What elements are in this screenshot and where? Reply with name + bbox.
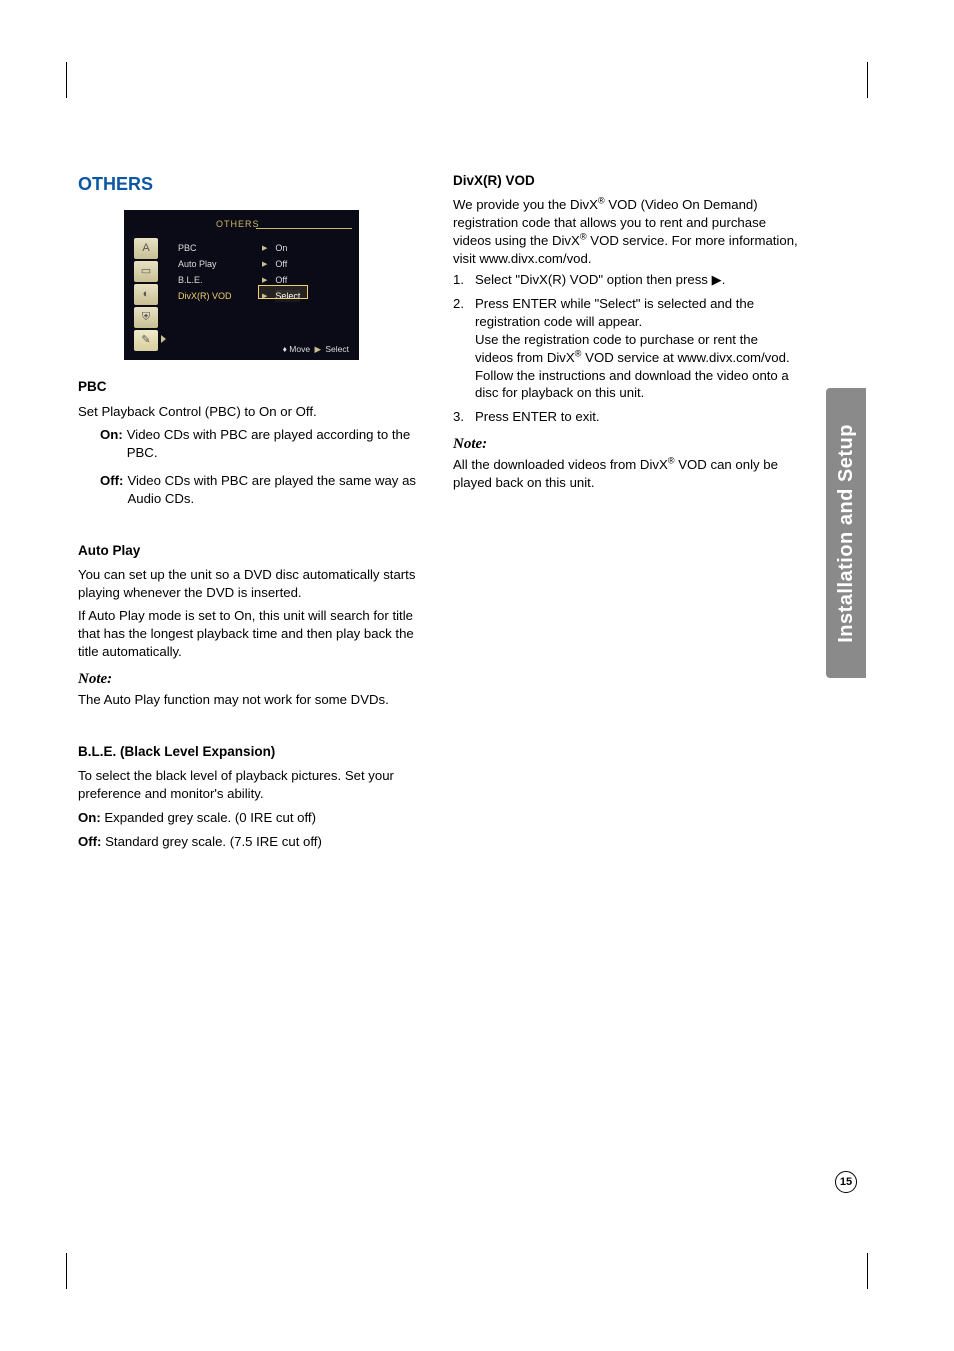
osd-footer: ♦ Move ▶ Select (283, 344, 349, 355)
crop-mark (54, 62, 67, 98)
option-on-text: Video CDs with PBC are played according … (127, 426, 423, 462)
osd-updown-icon: ♦ (283, 344, 287, 354)
osd-icon-column: A ▭ ◐ ⛨ ✎ (134, 238, 158, 353)
left-column: OTHERS OTHERS A ▭ ◐ ⛨ ✎ PBC ▶ On Auto Play… (78, 172, 423, 854)
option-off-text: Video CDs with PBC are played the same w… (127, 472, 423, 508)
osd-row-value: On (275, 242, 287, 254)
note-label: Note: (453, 434, 798, 454)
osd-icon-language: A (134, 238, 158, 259)
section-tab-label: Installation and Setup (835, 424, 858, 643)
pbc-on: On: Video CDs with PBC are played accord… (78, 426, 423, 462)
option-on-label: On: (100, 426, 123, 462)
divx-step-3: Press ENTER to exit. (453, 408, 798, 426)
osd-footer-select: Select (325, 344, 349, 354)
right-column: DivX(R) VOD We provide you the DivX® VOD… (453, 172, 798, 854)
section-tab: Installation and Setup (826, 388, 866, 678)
osd-row-value: Off (275, 258, 287, 270)
osd-icon-lock: ⛨ (134, 307, 158, 328)
ble-intro: To select the black level of playback pi… (78, 767, 423, 803)
heading-ble: B.L.E. (Black Level Expansion) (78, 743, 423, 761)
page-number-text: 15 (840, 1176, 852, 1188)
divx-intro-a: We provide you the DivX (453, 197, 598, 212)
osd-triangle-icon: ▶ (262, 244, 267, 253)
heading-pbc: PBC (78, 378, 423, 396)
osd-row: PBC ▶ On (178, 240, 348, 256)
option-on-label: On: (78, 810, 101, 825)
osd-icon-audio: ◐ (134, 284, 158, 305)
osd-row: Auto Play ▶ Off (178, 256, 348, 272)
osd-row-label: Auto Play (178, 258, 256, 270)
osd-triangle-icon: ▶ (314, 344, 321, 354)
divx-steps: Select "DivX(R) VOD" option then press ▶… (453, 271, 798, 426)
osd-triangle-icon: ▶ (262, 276, 267, 285)
pbc-off: Off: Video CDs with PBC are played the s… (78, 472, 423, 508)
osd-row-label: PBC (178, 242, 256, 254)
autoplay-note: The Auto Play function may not work for … (78, 691, 423, 709)
registered-mark: ® (598, 196, 605, 206)
osd-screenshot: OTHERS A ▭ ◐ ⛨ ✎ PBC ▶ On Auto Play ▶ Off B.… (124, 210, 359, 360)
osd-icon-others: ✎ (134, 330, 158, 351)
osd-triangle-icon: ▶ (262, 260, 267, 269)
divx-step-2: Press ENTER while "Select" is selected a… (453, 295, 798, 402)
registered-mark: ® (668, 456, 675, 466)
registered-mark: ® (580, 231, 587, 241)
osd-highlight-box (258, 285, 308, 299)
heading-autoplay: Auto Play (78, 542, 423, 560)
page-number: 15 (835, 1171, 857, 1193)
pbc-options: On: Video CDs with PBC are played accord… (78, 426, 423, 507)
autoplay-p2: If Auto Play mode is set to On, this uni… (78, 607, 423, 660)
heading-divx: DivX(R) VOD (453, 172, 798, 190)
content: OTHERS OTHERS A ▭ ◐ ⛨ ✎ PBC ▶ On Auto Play… (78, 172, 798, 854)
option-off-label: Off: (78, 834, 101, 849)
divx-note: All the downloaded videos from DivX® VOD… (453, 456, 798, 492)
osd-arrow-icon (161, 335, 166, 343)
crop-mark (867, 62, 880, 98)
ble-off: Off: Standard grey scale. (7.5 IRE cut o… (78, 833, 423, 851)
autoplay-p1: You can set up the unit so a DVD disc au… (78, 566, 423, 602)
osd-icon-display: ▭ (134, 261, 158, 282)
option-off-text: Standard grey scale. (7.5 IRE cut off) (105, 834, 322, 849)
divx-step-1: Select "DivX(R) VOD" option then press ▶… (453, 271, 798, 289)
divx-step-2a: Press ENTER while "Select" is selected a… (475, 296, 754, 329)
osd-row-label: DivX(R) VOD (178, 290, 256, 302)
section-heading-others: OTHERS (78, 172, 423, 196)
divx-intro: We provide you the DivX® VOD (Video On D… (453, 196, 798, 267)
option-off-label: Off: (100, 472, 123, 508)
crop-mark (54, 1253, 67, 1289)
osd-footer-move: Move (289, 344, 310, 354)
crop-mark (867, 1253, 880, 1289)
option-on-text: Expanded grey scale. (0 IRE cut off) (104, 810, 316, 825)
osd-title-line (256, 228, 352, 229)
osd-row-label: B.L.E. (178, 274, 256, 286)
note-label: Note: (78, 669, 423, 689)
pbc-intro: Set Playback Control (PBC) to On or Off. (78, 403, 423, 421)
osd-title: OTHERS (216, 218, 260, 230)
divx-note-a: All the downloaded videos from DivX (453, 457, 668, 472)
page: Installation and Setup 15 OTHERS OTHERS … (0, 0, 954, 1351)
ble-on: On: Expanded grey scale. (0 IRE cut off) (78, 809, 423, 827)
